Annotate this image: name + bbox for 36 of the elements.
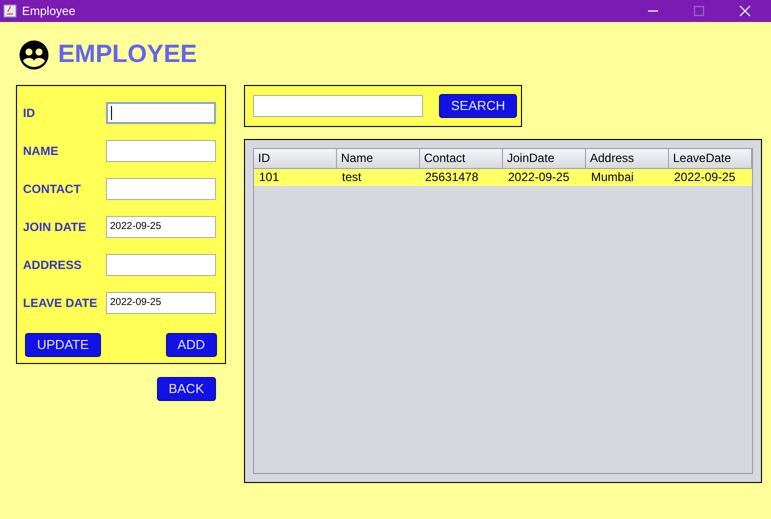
field-label: LEAVE DATE [23, 294, 98, 312]
table-cell-text: 101 [258, 169, 280, 186]
field-label: ID [23, 104, 36, 122]
back-button[interactable]: BACK [156, 376, 216, 400]
column-header[interactable]: Address [586, 148, 669, 168]
search-field[interactable] [253, 94, 423, 116]
page-heading: EMPLOYEE [58, 39, 197, 70]
field-label: JOIN DATE [23, 218, 88, 236]
table-cell-text: 25631478 [424, 169, 480, 186]
column-header[interactable]: Name [337, 148, 420, 168]
input-field[interactable] [106, 178, 216, 200]
field-label: CONTACT [23, 180, 82, 198]
form-button[interactable]: ADD [166, 332, 217, 356]
input-field[interactable]: 2022-09-25 [106, 292, 216, 314]
input-field[interactable]: 2022-09-25 [106, 216, 216, 238]
search-button[interactable]: SEARCH [439, 94, 518, 118]
form-button[interactable]: UPDATE [25, 332, 101, 356]
column-header[interactable]: Contact [420, 148, 503, 168]
column-header[interactable]: JoinDate [503, 148, 586, 168]
column-header[interactable]: LeaveDate [669, 148, 752, 168]
table-cell-text: Mumbai [590, 169, 635, 186]
maximize-icon [693, 5, 705, 17]
column-header[interactable]: ID [254, 148, 337, 168]
field-label: ADDRESS [23, 256, 83, 274]
field-label: NAME [23, 142, 60, 160]
app-icon [3, 4, 17, 18]
table-cell-text: test [341, 169, 362, 186]
table-row[interactable]: 101 test 25631478 2022-09-25 Mumbai 2022-09-25 [254, 168, 752, 186]
input-field[interactable] [106, 102, 216, 124]
input-field[interactable] [106, 254, 216, 276]
close-icon [739, 5, 751, 17]
table-cell-text: 2022-09-25 [673, 169, 736, 186]
input-field[interactable] [106, 140, 216, 162]
table-cell-text: 2022-09-25 [507, 169, 570, 186]
people-icon [19, 40, 49, 70]
window-title: Employee [22, 3, 76, 20]
